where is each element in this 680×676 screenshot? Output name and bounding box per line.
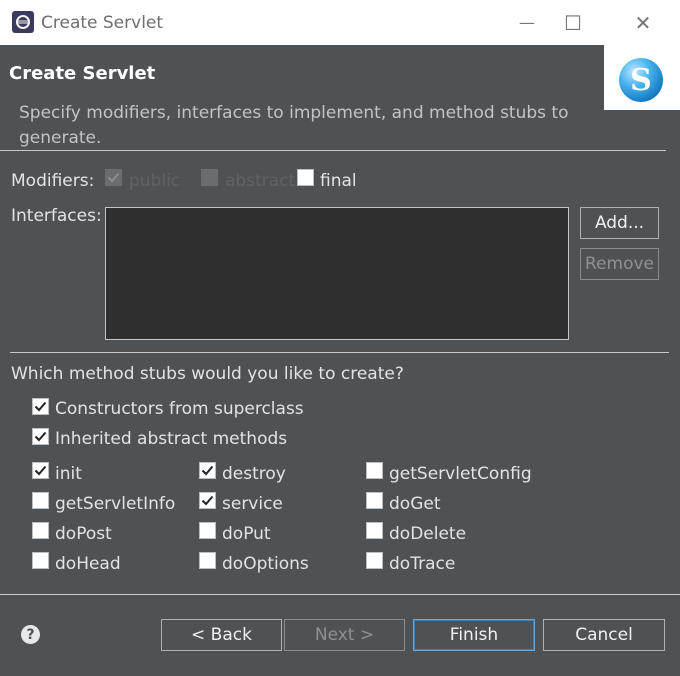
dohead-checkbox[interactable]	[32, 552, 49, 569]
header-logo-area: S	[604, 45, 680, 110]
servlet-logo-icon: S	[619, 58, 663, 102]
doput-checkbox[interactable]	[199, 522, 216, 539]
dooptions-label: doOptions	[222, 554, 309, 574]
service-label: service	[222, 494, 283, 514]
modifiers-label: Modifiers:	[11, 171, 95, 191]
next-button[interactable]: Next >	[284, 619, 405, 651]
stubs-separator	[10, 352, 669, 353]
remove-interface-button[interactable]: Remove	[580, 248, 659, 280]
service-checkbox[interactable]	[199, 492, 216, 509]
maximize-button[interactable]: ☐	[550, 0, 596, 45]
maximize-icon: ☐	[564, 10, 582, 35]
dotrace-label: doTrace	[389, 554, 456, 574]
dodelete-checkbox[interactable]	[366, 522, 383, 539]
dopost-checkbox[interactable]	[32, 522, 49, 539]
title-bar: Create Servlet — ☐ ✕	[0, 0, 680, 45]
public-label: public	[129, 171, 181, 191]
interfaces-list[interactable]	[105, 207, 569, 340]
checkmark-icon	[107, 172, 120, 183]
header-description: Specify modifiers, interfaces to impleme…	[19, 103, 569, 148]
help-icon[interactable]: ?	[21, 625, 40, 644]
getservletconfig-label: getServletConfig	[389, 464, 532, 484]
inherited-checkbox[interactable]	[32, 428, 49, 445]
checkmark-icon	[34, 401, 47, 412]
back-button[interactable]: < Back	[161, 619, 282, 651]
footer-separator	[0, 594, 680, 595]
doget-checkbox[interactable]	[366, 492, 383, 509]
header-separator	[0, 150, 666, 151]
constructors-label: Constructors from superclass	[55, 399, 304, 419]
dopost-label: doPost	[55, 524, 112, 544]
add-interface-button[interactable]: Add...	[580, 207, 659, 239]
init-label: init	[55, 464, 82, 484]
inherited-label: Inherited abstract methods	[55, 429, 288, 449]
dodelete-label: doDelete	[389, 524, 467, 544]
eclipse-app-icon	[11, 10, 35, 34]
constructors-checkbox[interactable]	[32, 398, 49, 415]
abstract-label: abstract	[225, 171, 296, 191]
close-button[interactable]: ✕	[620, 0, 666, 45]
abstract-checkbox[interactable]	[201, 169, 218, 186]
dohead-label: doHead	[55, 554, 121, 574]
checkmark-icon	[34, 465, 47, 476]
window-title: Create Servlet	[41, 13, 164, 33]
minimize-button[interactable]: —	[504, 0, 550, 45]
destroy-checkbox[interactable]	[199, 462, 216, 479]
dotrace-checkbox[interactable]	[366, 552, 383, 569]
close-icon: ✕	[634, 10, 652, 35]
finish-button[interactable]: Finish	[413, 619, 535, 651]
public-checkbox[interactable]	[105, 169, 122, 186]
dooptions-checkbox[interactable]	[199, 552, 216, 569]
destroy-label: destroy	[222, 464, 286, 484]
doget-label: doGet	[389, 494, 441, 514]
minimize-icon: —	[519, 13, 535, 32]
dialog-header: Create Servlet Specify modifiers, interf…	[0, 45, 680, 150]
getservletinfo-label: getServletInfo	[55, 494, 176, 514]
stubs-question: Which method stubs would you like to cre…	[11, 364, 404, 384]
interfaces-label: Interfaces:	[11, 206, 102, 226]
checkmark-icon	[201, 465, 214, 476]
getservletconfig-checkbox[interactable]	[366, 462, 383, 479]
init-checkbox[interactable]	[32, 462, 49, 479]
final-checkbox[interactable]	[297, 169, 314, 186]
checkmark-icon	[34, 431, 47, 442]
doput-label: doPut	[222, 524, 271, 544]
checkmark-icon	[201, 495, 214, 506]
getservletinfo-checkbox[interactable]	[32, 492, 49, 509]
final-label: final	[320, 171, 357, 191]
cancel-button[interactable]: Cancel	[543, 619, 665, 651]
header-title: Create Servlet	[9, 63, 156, 84]
